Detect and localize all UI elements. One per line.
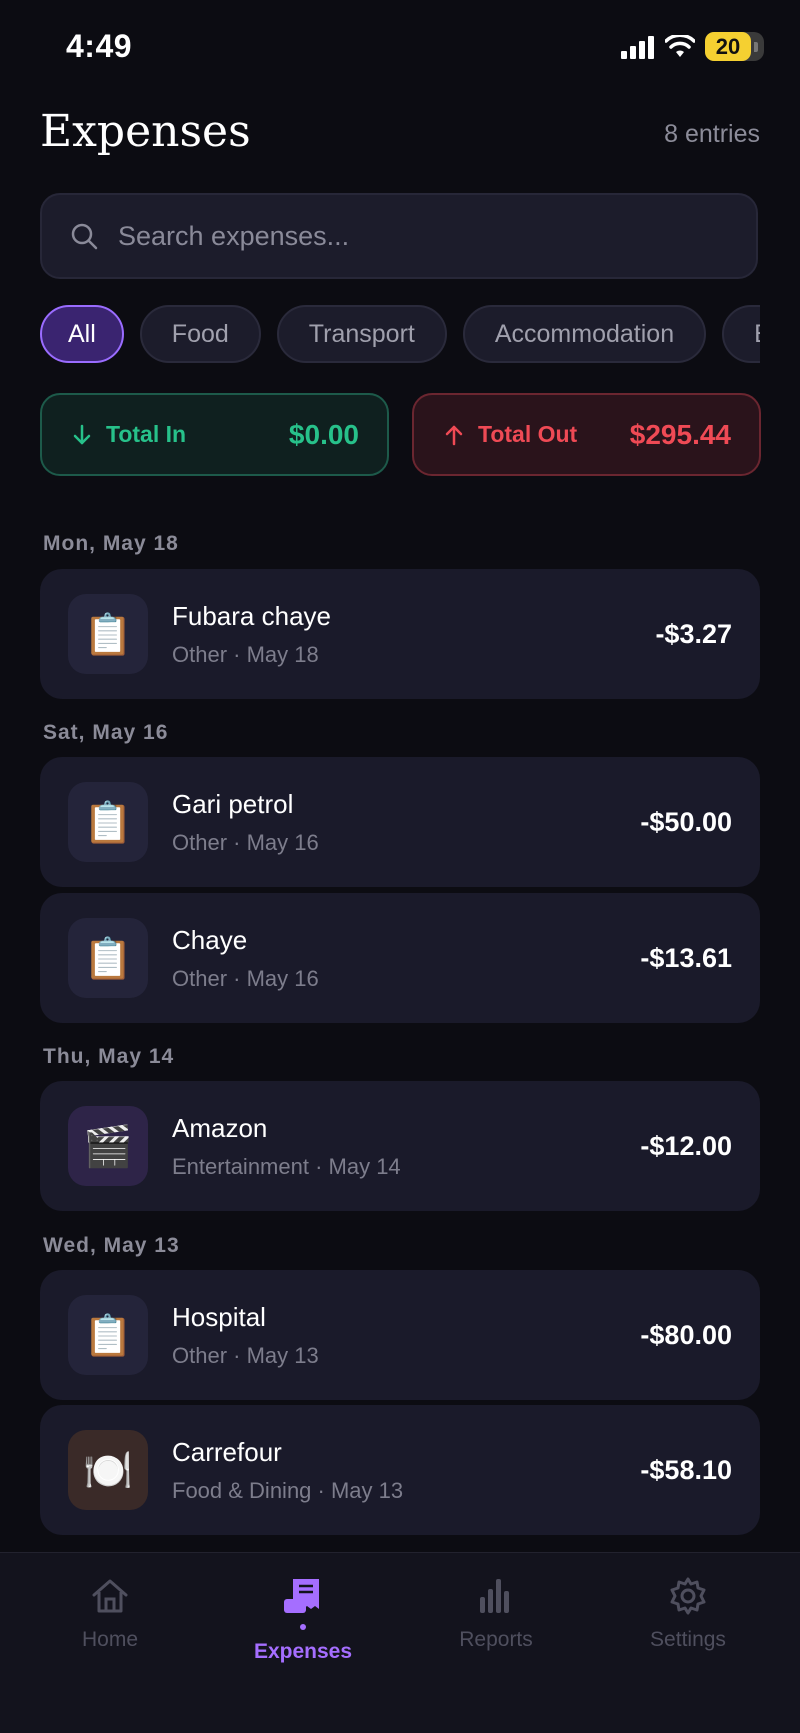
total-out-value: $295.44 (629, 418, 731, 450)
expense-row[interactable]: 🍽️ Carrefour Food & Dining · May 13 -$58… (40, 1405, 760, 1535)
expense-subtitle: Other · May 18 (172, 641, 319, 667)
date-header: Sat, May 16 (43, 721, 169, 744)
total-in-label: Total In (106, 421, 187, 447)
receipt-icon (284, 1579, 319, 1613)
filter-chip-entertainment[interactable]: Entertainment (722, 305, 760, 363)
expense-subtitle: Entertainment · May 14 (172, 1153, 401, 1179)
total-in-card: Total In $0.00 (40, 393, 389, 476)
expense-row[interactable]: 📋 Chaye Other · May 16 -$13.61 (40, 893, 760, 1023)
expense-subtitle: Other · May 16 (172, 829, 319, 855)
date-header: Wed, May 13 (43, 1234, 180, 1257)
entries-count: 8 entries (664, 120, 760, 148)
total-out-label: Total Out (478, 421, 578, 447)
date-header: Mon, May 18 (43, 532, 179, 555)
gear-icon (670, 1577, 706, 1615)
battery-icon: 20 (705, 32, 764, 61)
clipboard-icon: 📋 (68, 1295, 148, 1375)
nav-settings-label: Settings (650, 1628, 726, 1651)
bottom-nav: Home Expenses Reports Settings (0, 1552, 800, 1733)
expense-amount: -$12.00 (640, 1130, 732, 1161)
nav-expenses-label: Expenses (253, 1640, 353, 1663)
expense-row[interactable]: 📋 Gari petrol Other · May 16 -$50.00 (40, 757, 760, 887)
nav-reports[interactable]: Reports (396, 1575, 596, 1652)
status-icons: 20 (621, 32, 764, 61)
home-icon (92, 1579, 128, 1613)
expense-subtitle: Other · May 13 (172, 1342, 319, 1368)
expense-subtitle: Food & Dining · May 13 (172, 1477, 404, 1503)
status-bar: 4:49 20 (0, 0, 800, 96)
clapperboard-icon: 🎬 (68, 1106, 148, 1186)
search-input[interactable] (116, 219, 720, 253)
battery-level: 20 (705, 32, 751, 61)
total-out-card: Total Out $295.44 (412, 393, 761, 476)
nav-expenses[interactable]: Expenses (203, 1575, 403, 1664)
filter-chip-accommodation[interactable]: Accommodation (462, 305, 707, 363)
clipboard-icon: 📋 (68, 918, 148, 998)
filter-chip-food[interactable]: Food (139, 305, 261, 363)
expense-row[interactable]: 🎬 Amazon Entertainment · May 14 -$12.00 (40, 1081, 760, 1211)
status-time: 4:49 (66, 28, 133, 64)
bar-chart-icon (480, 1579, 509, 1613)
nav-home-label: Home (81, 1628, 139, 1651)
expense-title: Hospital (172, 1301, 266, 1332)
arrow-up-icon (445, 425, 463, 445)
expense-row[interactable]: 📋 Hospital Other · May 13 -$80.00 (40, 1270, 760, 1400)
expense-amount: -$13.61 (640, 942, 732, 973)
search-box[interactable] (40, 193, 758, 279)
total-in-value: $0.00 (288, 418, 359, 450)
filter-chip-all[interactable]: All (40, 305, 124, 363)
expense-title: Fubara chaye (172, 600, 331, 631)
expense-title: Amazon (172, 1112, 268, 1143)
plate-icon: 🍽️ (68, 1430, 148, 1510)
clipboard-icon: 📋 (68, 782, 148, 862)
expense-subtitle: Other · May 16 (172, 965, 319, 991)
signal-icon (621, 35, 654, 59)
wifi-icon (665, 34, 695, 57)
expense-amount: -$58.10 (640, 1454, 732, 1485)
expense-amount: -$3.27 (655, 618, 732, 649)
expense-amount: -$50.00 (640, 806, 732, 837)
expense-title: Chaye (172, 924, 248, 955)
arrow-down-icon (73, 424, 91, 444)
category-filter-bar: All Food Transport Accommodation Enterta… (40, 305, 760, 367)
date-header: Thu, May 14 (43, 1045, 175, 1068)
expense-row[interactable]: 📋 Fubara chaye Other · May 18 -$3.27 (40, 569, 760, 699)
clipboard-icon: 📋 (68, 594, 148, 674)
nav-settings[interactable]: Settings (588, 1575, 788, 1652)
nav-home[interactable]: Home (10, 1575, 210, 1652)
page-title: Expenses (40, 106, 251, 157)
search-icon (71, 223, 98, 250)
expense-title: Carrefour (172, 1436, 282, 1467)
filter-chip-transport[interactable]: Transport (276, 305, 447, 363)
expense-amount: -$80.00 (640, 1319, 732, 1350)
active-indicator-dot (300, 1624, 306, 1630)
nav-reports-label: Reports (459, 1628, 533, 1651)
expense-title: Gari petrol (172, 788, 294, 819)
